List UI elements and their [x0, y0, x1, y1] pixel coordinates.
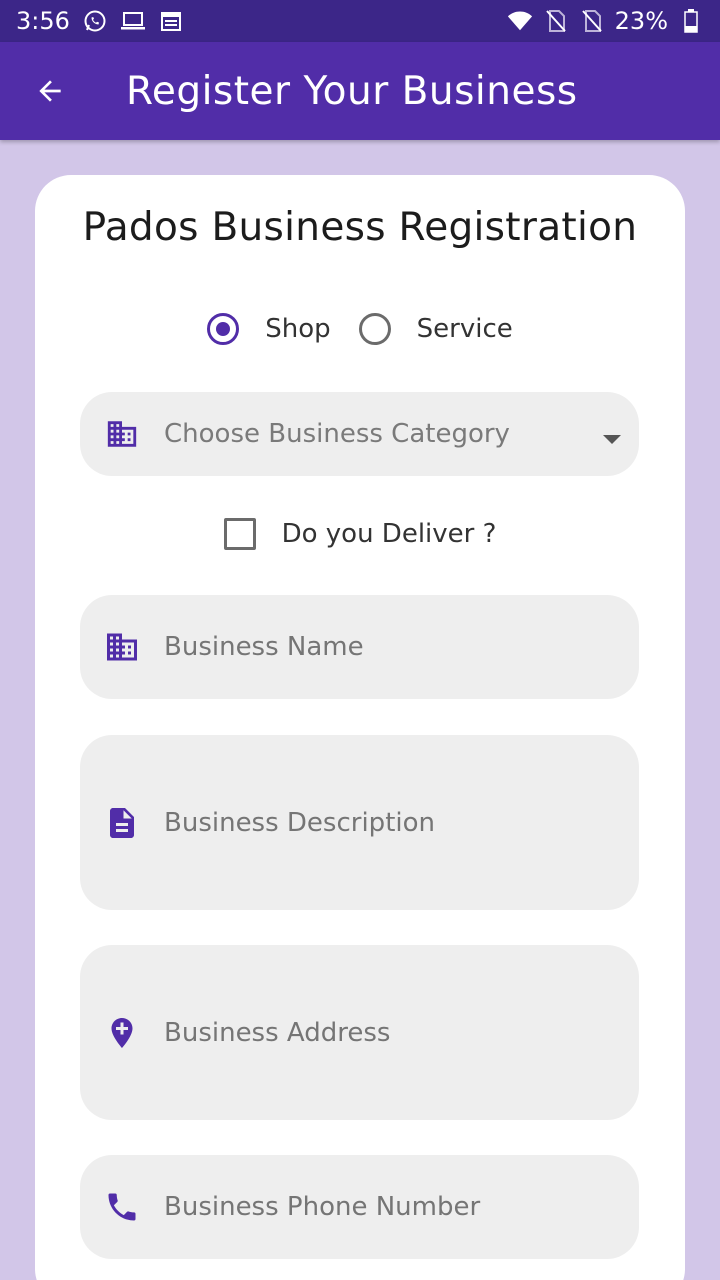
battery-percent: 23%	[614, 7, 668, 35]
business-description-field[interactable]	[80, 735, 639, 910]
business-address-input[interactable]	[164, 1017, 639, 1048]
category-placeholder: Choose Business Category	[164, 419, 510, 449]
radio-checked-icon[interactable]	[207, 313, 240, 345]
business-category-dropdown[interactable]: Choose Business Category	[80, 392, 639, 476]
status-bar: 3:56 23%	[0, 0, 720, 42]
radio-service[interactable]: Service	[358, 313, 513, 345]
business-icon	[102, 627, 142, 667]
description-icon	[102, 803, 142, 843]
radio-shop[interactable]: Shop	[207, 313, 331, 345]
business-name-field[interactable]	[80, 595, 639, 699]
form-title: Pados Business Registration	[82, 205, 638, 250]
business-address-field[interactable]	[80, 945, 639, 1120]
calendar-icon	[158, 8, 184, 34]
radio-service-label: Service	[416, 314, 513, 344]
page-title: Register Your Business	[126, 68, 578, 114]
business-description-input[interactable]	[164, 807, 639, 838]
business-phone-field[interactable]	[80, 1155, 639, 1259]
deliver-checkbox[interactable]	[223, 518, 256, 550]
business-name-input[interactable]	[164, 632, 639, 662]
no-sim-icon	[579, 8, 605, 34]
dropdown-arrow-icon[interactable]	[603, 434, 621, 444]
business-icon	[102, 414, 142, 454]
back-button[interactable]	[18, 59, 82, 123]
deliver-checkbox-row[interactable]: Do you Deliver ?	[35, 518, 685, 550]
add-location-icon	[102, 1013, 142, 1053]
business-phone-input[interactable]	[164, 1192, 639, 1222]
status-time: 3:56	[16, 7, 70, 35]
business-type-radio-group: Shop Service	[35, 313, 685, 345]
deliver-label: Do you Deliver ?	[281, 519, 497, 549]
app-bar: Register Your Business	[0, 42, 720, 140]
laptop-icon	[120, 8, 146, 34]
wifi-icon	[507, 8, 533, 34]
no-sim-icon	[543, 8, 569, 34]
radio-unchecked-icon[interactable]	[358, 313, 391, 345]
phone-icon	[102, 1187, 142, 1227]
registration-card: Pados Business Registration Shop Service…	[35, 175, 685, 1280]
whatsapp-icon	[82, 8, 108, 34]
arrow-back-icon	[39, 80, 61, 102]
radio-shop-label: Shop	[265, 314, 331, 344]
battery-icon	[678, 8, 704, 34]
